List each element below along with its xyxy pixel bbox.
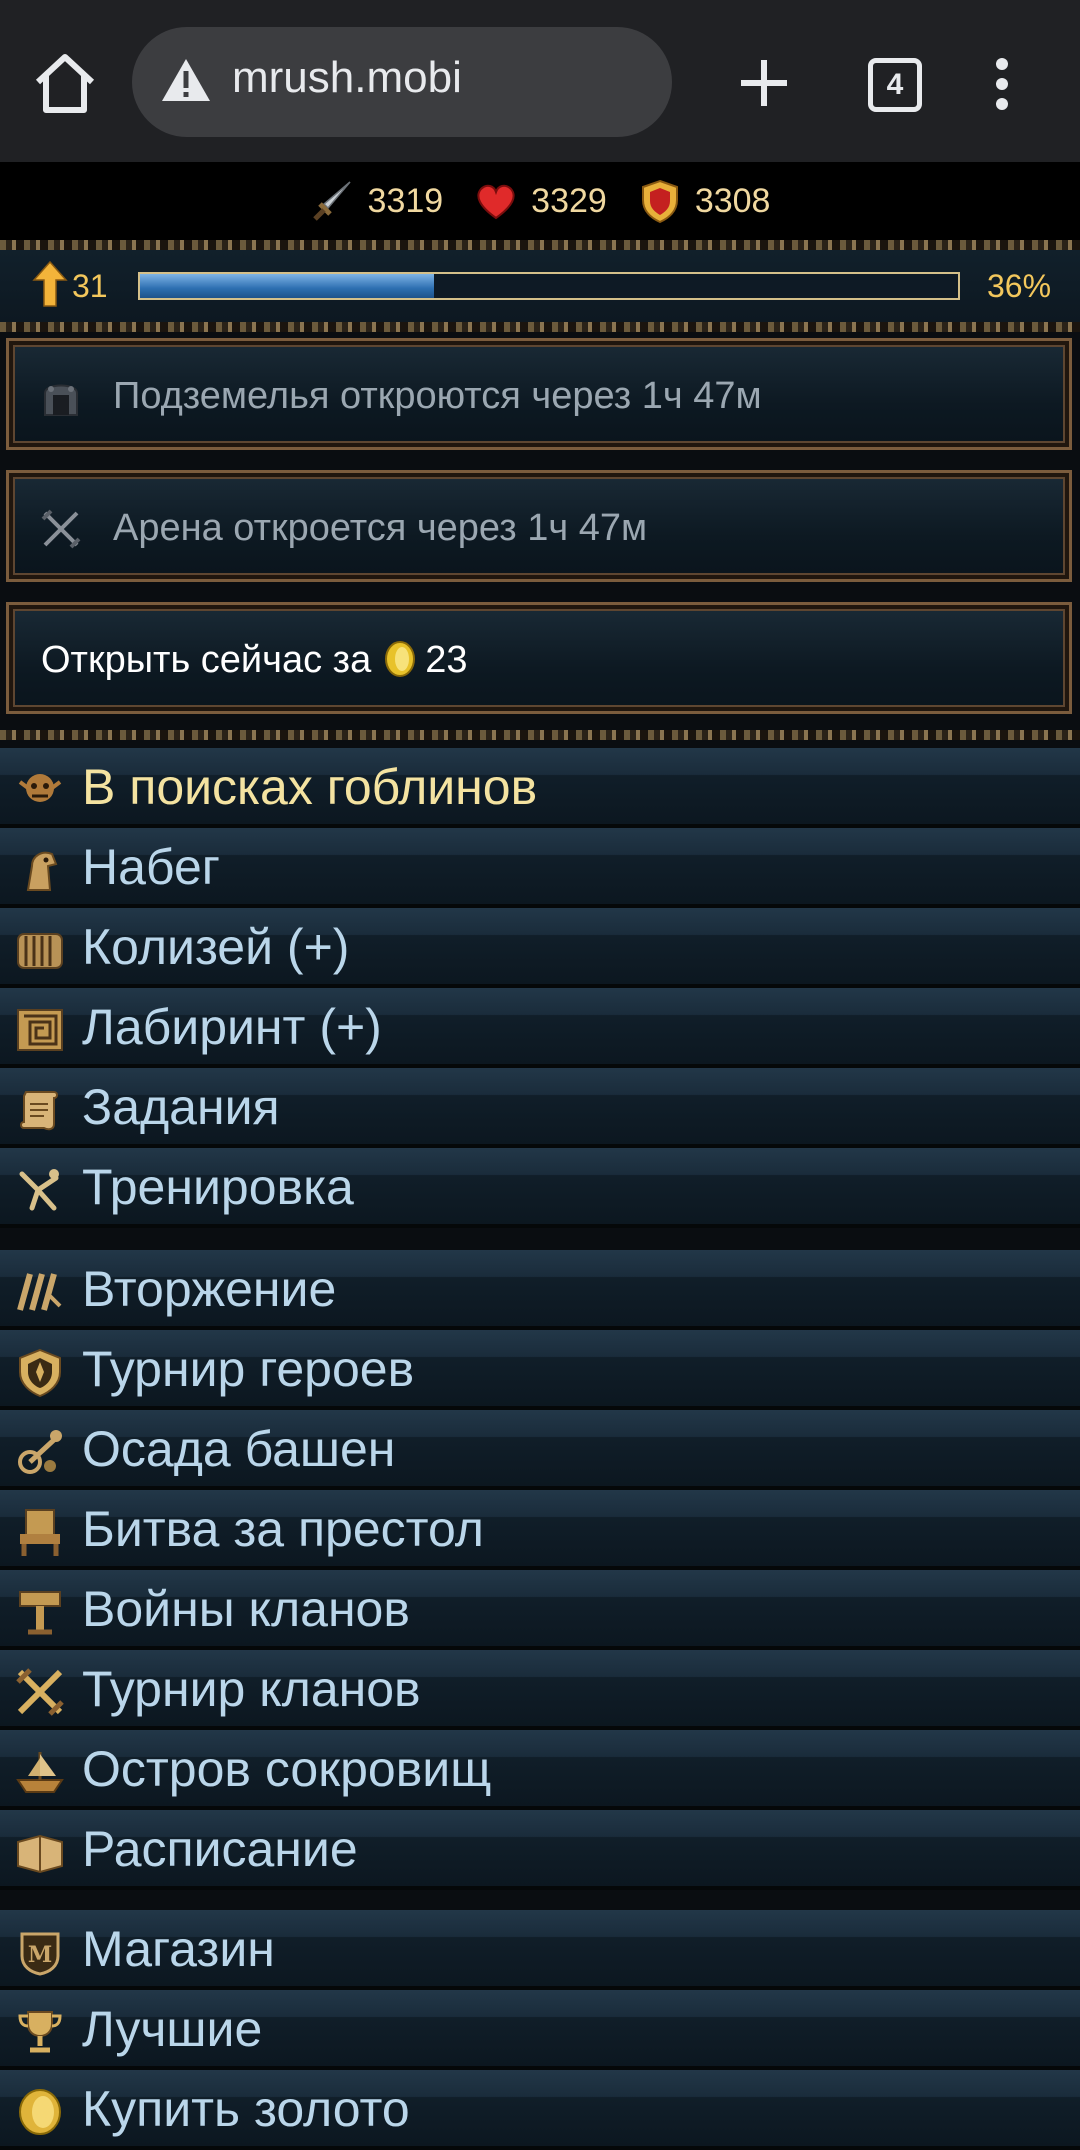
- level-progress-row: 31 36%: [0, 250, 1080, 322]
- heart-icon: [477, 184, 515, 220]
- shield-icon: [19, 1348, 61, 1398]
- menu-item-throne[interactable]: Битва за престол: [0, 1490, 1080, 1570]
- menu-item-shield[interactable]: Турнир героев: [0, 1330, 1080, 1410]
- menu-item-label: Задания: [82, 1079, 280, 1135]
- menu-item-label: Остров сокровищ: [82, 1741, 492, 1797]
- level-number: 31: [72, 268, 108, 304]
- menu-item-scroll[interactable]: Задания: [0, 1068, 1080, 1148]
- sword-icon: [312, 181, 351, 221]
- menu-item-label: Турнир кланов: [82, 1661, 421, 1717]
- trophy-icon: [18, 2011, 62, 2053]
- colosseum-icon: [17, 933, 63, 969]
- defense-shield-icon: [641, 179, 678, 224]
- menu-item-label: Битва за престол: [82, 1501, 484, 1557]
- defense-stat: 3308: [637, 178, 771, 224]
- crossed-swords-icon: [16, 1668, 64, 1716]
- scroll-icon: [20, 1091, 58, 1131]
- new-tab-icon[interactable]: [734, 50, 794, 116]
- siege-icon: [18, 1430, 62, 1474]
- home-icon[interactable]: [30, 50, 100, 116]
- menu-item-invasion[interactable]: Вторжение: [0, 1250, 1080, 1330]
- ship-icon: [16, 1752, 64, 1793]
- menu-item-training[interactable]: Тренировка: [0, 1148, 1080, 1228]
- browser-toolbar: mrush.mobi 4: [0, 0, 1080, 162]
- menu-item-label: Лабиринт (+): [82, 999, 382, 1055]
- open-now-button[interactable]: Открыть сейчас за 23: [6, 602, 1072, 714]
- health-stat: 3329: [473, 178, 607, 224]
- warning-icon[interactable]: [160, 57, 212, 103]
- goblin-icon: [18, 774, 62, 802]
- menu-item-label: Осада башен: [82, 1421, 396, 1477]
- menu-item-ship[interactable]: Остров сокровищ: [0, 1730, 1080, 1810]
- attack-value: 3319: [367, 181, 444, 220]
- tab-switcher-button[interactable]: 4: [868, 58, 922, 112]
- level-up-arrow-icon: [32, 260, 68, 307]
- address-bar[interactable]: mrush.mobi: [132, 27, 672, 137]
- menu-item-book[interactable]: Расписание: [0, 1810, 1080, 1890]
- gold-coin-icon: [385, 641, 416, 677]
- open-now-label: Открыть сейчас за: [41, 639, 372, 681]
- book-icon: [17, 1834, 63, 1874]
- menu-item-label: Лучшие: [82, 2001, 263, 2057]
- menu-item-label: Вторжение: [82, 1261, 337, 1317]
- labyrinth-icon: [17, 1009, 63, 1051]
- menu-item-gold-coin[interactable]: Купить золото: [0, 2070, 1080, 2150]
- dungeon-gate-icon: [44, 384, 78, 416]
- menu-item-label: Тренировка: [82, 1159, 354, 1215]
- menu-item-label: Магазин: [82, 1921, 275, 1977]
- experience-percent: 36%: [987, 268, 1052, 304]
- menu-item-goblin[interactable]: В поисках гоблинов: [0, 748, 1080, 828]
- ornament-divider: [0, 240, 1080, 250]
- more-menu-icon[interactable]: [984, 56, 1020, 112]
- attack-stat: 3319: [310, 178, 444, 224]
- url-text: mrush.mobi: [232, 53, 462, 102]
- experience-progress-bar: [138, 272, 960, 300]
- menu-item-horse[interactable]: Набег: [0, 828, 1080, 908]
- menu-item-label: Набег: [82, 839, 221, 895]
- menu-item-label: Купить золото: [82, 2081, 410, 2137]
- open-now-price: 23: [425, 639, 468, 681]
- menu-item-crossed-swords[interactable]: Турнир кланов: [0, 1650, 1080, 1730]
- arena-notice: Арена откроется через 1ч 47м: [6, 470, 1072, 582]
- svg-text:M: M: [28, 1942, 52, 1968]
- menu-item-trophy[interactable]: Лучшие: [0, 1990, 1080, 2070]
- clan-war-icon: [19, 1591, 61, 1635]
- experience-progress-fill: [140, 274, 435, 298]
- gold-coin-icon: [19, 2089, 61, 2135]
- menu-item-siege[interactable]: Осада башен: [0, 1410, 1080, 1490]
- menu-item-label: Расписание: [82, 1821, 358, 1877]
- invasion-icon: [17, 1273, 62, 1311]
- arena-timer-text: Арена откроется через 1ч 47м: [113, 507, 648, 549]
- training-icon: [19, 1169, 59, 1211]
- menu-item-label: Войны кланов: [82, 1581, 410, 1637]
- menu-item-label: Турнир героев: [82, 1341, 415, 1397]
- crossed-blades-icon: [41, 509, 81, 549]
- horse-icon: [26, 851, 58, 891]
- health-value: 3329: [531, 181, 607, 220]
- menu-item-labyrinth[interactable]: Лабиринт (+): [0, 988, 1080, 1068]
- defense-value: 3308: [694, 181, 771, 220]
- menu-item-label: Колизей (+): [82, 919, 350, 975]
- menu-item-colosseum[interactable]: Колизей (+): [0, 908, 1080, 988]
- player-stats-bar: 3319 3329 3308: [0, 162, 1080, 240]
- ornament-divider: [0, 322, 1080, 332]
- menu-item-clan-war[interactable]: Войны кланов: [0, 1570, 1080, 1650]
- dungeons-notice: Подземелья откроются через 1ч 47м: [6, 338, 1072, 450]
- menu-item-shop[interactable]: M Магазин: [0, 1910, 1080, 1990]
- ornament-divider: [0, 730, 1080, 740]
- throne-icon: [20, 1509, 60, 1556]
- shop-icon: M: [20, 1932, 60, 1976]
- open-now-text: Открыть сейчас за 23: [41, 639, 467, 682]
- menu-item-label: В поисках гоблинов: [82, 759, 538, 815]
- dungeons-timer-text: Подземелья откроются через 1ч 47м: [113, 375, 762, 417]
